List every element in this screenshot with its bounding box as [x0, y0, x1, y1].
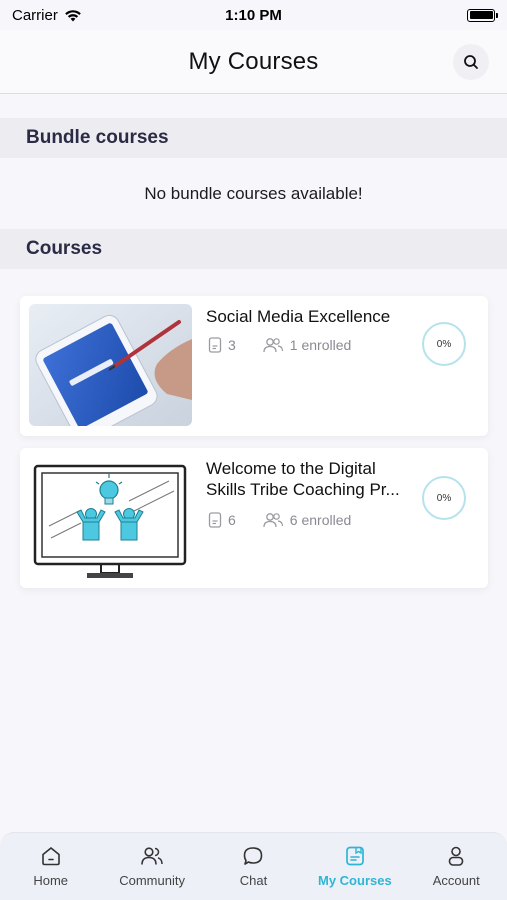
tab-community[interactable]: Community: [104, 845, 200, 888]
tab-chat[interactable]: Chat: [205, 845, 301, 888]
enrolled-count: 6 enrolled: [289, 512, 352, 528]
courses-header: Courses: [0, 229, 507, 269]
course-title: Social Media Excellence: [206, 307, 391, 326]
course-meta: 3 1 enrolled: [208, 337, 351, 353]
progress-label: 0%: [436, 492, 452, 504]
chat-icon: [244, 847, 263, 865]
tab-home[interactable]: Home: [3, 845, 99, 888]
status-bar: Carrier 1:10 PM: [0, 0, 507, 30]
carrier-label: Carrier: [12, 6, 58, 24]
progress-ring: 0%: [422, 322, 466, 366]
battery-icon: [467, 8, 498, 22]
bundle-courses-title: Bundle courses: [26, 127, 169, 148]
tab-label: My Courses: [318, 873, 392, 888]
course-card[interactable]: Welcome to the Digital Skills Tribe Coac…: [20, 448, 488, 588]
course-thumbnail: [29, 304, 192, 426]
home-icon: [41, 847, 60, 866]
course-meta: 6 6 enrolled: [208, 512, 351, 528]
bundle-courses-header: Bundle courses: [0, 118, 507, 158]
course-thumbnail: [29, 456, 192, 578]
wifi-icon: [65, 9, 81, 21]
account-icon: [448, 846, 464, 866]
enrolled-count: 1 enrolled: [289, 337, 352, 353]
tab-bar: Home Community Chat My Courses Account: [0, 832, 507, 900]
tab-label: Account: [432, 873, 480, 888]
course-title: Welcome to the Digital Skills Tribe Coac…: [206, 459, 400, 499]
lessons-icon: [208, 337, 222, 353]
search-icon: [464, 55, 478, 69]
navigation-header: My Courses: [0, 30, 507, 94]
lessons-count: 3: [228, 337, 236, 353]
page-title: My Courses: [188, 47, 319, 75]
course-card[interactable]: Social Media Excellence 3 1 enrolled 0%: [20, 296, 488, 436]
users-icon: [263, 338, 283, 353]
tab-label: Community: [119, 873, 185, 888]
bundle-empty-message: No bundle courses available!: [144, 184, 363, 203]
tab-my-courses[interactable]: My Courses: [307, 845, 403, 888]
lessons-count: 6: [228, 512, 236, 528]
courses-title: Courses: [26, 238, 103, 259]
tab-label: Home: [33, 873, 69, 888]
carrier-info: Carrier: [12, 7, 82, 24]
tab-account[interactable]: Account: [408, 845, 504, 888]
progress-ring: 0%: [422, 476, 466, 520]
lessons-icon: [208, 512, 222, 528]
search-button[interactable]: [453, 44, 489, 80]
progress-label: 0%: [436, 338, 452, 350]
users-icon: [263, 513, 283, 528]
community-icon: [141, 847, 163, 865]
my-courses-icon: [346, 846, 364, 866]
tab-label: Chat: [239, 873, 268, 888]
